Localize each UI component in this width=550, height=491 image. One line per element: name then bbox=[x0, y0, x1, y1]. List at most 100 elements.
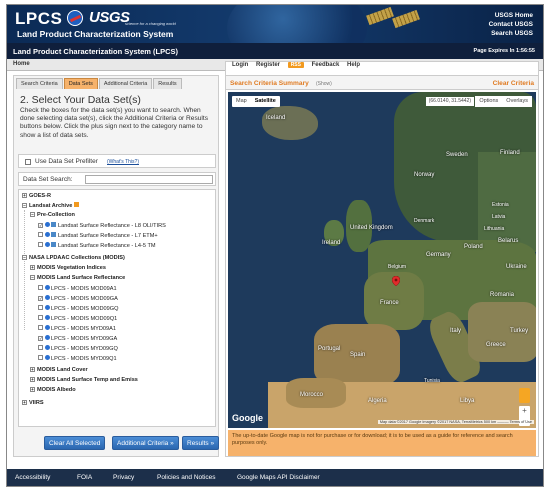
collapse-icon[interactable]: − bbox=[30, 212, 35, 217]
tree-modis-temp[interactable]: + MODIS Land Surface Temp and Emiss bbox=[30, 377, 138, 384]
tree-item-myd09gq[interactable]: LPCS - MODIS MYD09GQ bbox=[38, 345, 118, 353]
whats-this-link[interactable]: (What's This?) bbox=[107, 159, 139, 165]
expand-icon[interactable]: + bbox=[22, 400, 27, 405]
tree-item-mod09ga[interactable]: ✓ LPCS - MODIS MOD09GA bbox=[38, 295, 118, 303]
additional-criteria-button[interactable]: Additional Criteria » bbox=[112, 436, 179, 450]
map-type-satellite[interactable]: Satellite bbox=[251, 96, 280, 106]
street-view-pegman-icon[interactable] bbox=[519, 388, 530, 403]
footer-privacy-link[interactable]: Privacy bbox=[113, 474, 134, 481]
info-icon[interactable] bbox=[45, 345, 50, 350]
footer-accessibility-link[interactable]: Accessibility bbox=[15, 474, 50, 481]
rss-icon[interactable]: RSS bbox=[287, 62, 304, 68]
rss-icon[interactable] bbox=[74, 202, 80, 207]
info-icon[interactable] bbox=[45, 325, 50, 330]
options-button[interactable]: Options bbox=[475, 96, 502, 106]
tab-additional-criteria[interactable]: Additional Criteria bbox=[98, 78, 153, 89]
expand-icon[interactable]: + bbox=[22, 193, 27, 198]
tree-goes[interactable]: + GOES-R bbox=[22, 193, 51, 200]
map-attribution[interactable]: Map data ©2017 Google Imagery ©2017 NASA… bbox=[377, 420, 534, 424]
checkbox[interactable]: ✓ bbox=[38, 336, 43, 341]
expand-icon[interactable]: + bbox=[30, 377, 35, 382]
globe-icon[interactable] bbox=[51, 242, 56, 247]
prefilter-checkbox[interactable] bbox=[25, 159, 31, 165]
checkbox[interactable] bbox=[38, 232, 43, 237]
checkbox[interactable] bbox=[38, 345, 43, 350]
footer-foia-link[interactable]: FOIA bbox=[77, 474, 92, 481]
checkbox[interactable] bbox=[38, 285, 43, 290]
clear-criteria-link[interactable]: Clear Criteria bbox=[493, 80, 534, 87]
collapse-icon[interactable]: − bbox=[30, 275, 35, 280]
tree-modis-surface[interactable]: − MODIS Land Surface Reflectance bbox=[30, 275, 125, 282]
collapse-icon[interactable]: − bbox=[22, 203, 27, 208]
tree-item-myd09q1[interactable]: LPCS - MODIS MYD09Q1 bbox=[38, 355, 117, 363]
checkbox[interactable] bbox=[38, 305, 43, 310]
checkbox[interactable] bbox=[38, 242, 43, 247]
show-link[interactable]: (Show) bbox=[316, 81, 332, 87]
login-link[interactable]: Login bbox=[232, 62, 248, 68]
feedback-link[interactable]: Feedback bbox=[312, 62, 340, 68]
register-link[interactable]: Register bbox=[256, 62, 280, 68]
contact-usgs-link[interactable]: Contact USGS bbox=[489, 20, 533, 29]
label-algeria: Algeria bbox=[368, 398, 387, 404]
nasa-logo-icon[interactable] bbox=[67, 10, 83, 26]
results-button[interactable]: Results » bbox=[182, 436, 220, 450]
home-link[interactable]: Home bbox=[13, 61, 30, 67]
info-icon[interactable] bbox=[45, 355, 50, 360]
tree-item-mod09q1[interactable]: LPCS - MODIS MOD09Q1 bbox=[38, 315, 117, 323]
expand-icon[interactable]: + bbox=[30, 265, 35, 270]
checkbox[interactable] bbox=[38, 325, 43, 330]
location-marker-icon[interactable] bbox=[392, 276, 400, 286]
clear-all-selected-button[interactable]: Clear All Selected bbox=[44, 436, 106, 450]
tab-results[interactable]: Results bbox=[153, 78, 182, 89]
search-usgs-link[interactable]: Search USGS bbox=[489, 29, 533, 38]
map-type-map[interactable]: Map bbox=[232, 96, 251, 106]
info-icon[interactable] bbox=[45, 305, 50, 310]
tree-item-l45[interactable]: Landsat Surface Reflectance - L4-5 TM bbox=[38, 242, 156, 250]
tree-guide bbox=[24, 210, 25, 330]
tree-item-l7[interactable]: Landsat Surface Reflectance - L7 ETM+ bbox=[38, 232, 158, 240]
tree-item-myd09ga[interactable]: ✓ LPCS - MODIS MYD09GA bbox=[38, 335, 117, 343]
checkbox[interactable] bbox=[38, 315, 43, 320]
expand-icon[interactable]: + bbox=[30, 387, 35, 392]
tree-item-mod09a1[interactable]: LPCS - MODIS MOD09A1 bbox=[38, 285, 117, 293]
usgs-logo[interactable]: USGS bbox=[89, 9, 130, 26]
tree-pre-collection[interactable]: − Pre-Collection bbox=[30, 212, 75, 219]
info-icon[interactable] bbox=[45, 335, 50, 340]
tree-viirs[interactable]: + VIIRS bbox=[22, 400, 44, 407]
usgs-home-link[interactable]: USGS Home bbox=[489, 11, 533, 20]
globe-icon[interactable] bbox=[51, 232, 56, 237]
tree-modis-veg[interactable]: + MODIS Vegetation Indices bbox=[30, 265, 106, 272]
overlays-button[interactable]: Overlays bbox=[502, 96, 532, 106]
info-icon[interactable] bbox=[45, 222, 50, 227]
info-icon[interactable] bbox=[45, 295, 50, 300]
tree-item-myd09a1[interactable]: LPCS - MODIS MYD09A1 bbox=[38, 325, 116, 333]
checkbox[interactable]: ✓ bbox=[38, 296, 43, 301]
footer-gmaps-disclaimer-link[interactable]: Google Maps API Disclaimer bbox=[237, 474, 320, 481]
tree-landsat-archive[interactable]: − Landsat Archive bbox=[22, 202, 80, 210]
info-icon[interactable] bbox=[45, 242, 50, 247]
tab-data-sets[interactable]: Data Sets bbox=[63, 78, 98, 89]
info-icon[interactable] bbox=[45, 232, 50, 237]
tree-item-mod09gq[interactable]: LPCS - MODIS MOD09GQ bbox=[38, 305, 118, 313]
tree-modis-land-cover[interactable]: + MODIS Land Cover bbox=[30, 367, 88, 374]
checkbox[interactable] bbox=[38, 355, 43, 360]
footer-policies-link[interactable]: Policies and Notices bbox=[157, 474, 216, 481]
map-options-control: Options Overlays bbox=[475, 96, 532, 107]
info-icon[interactable] bbox=[45, 285, 50, 290]
collapse-icon[interactable]: − bbox=[22, 255, 27, 260]
checkbox[interactable]: ✓ bbox=[38, 223, 43, 228]
label-turkey: Turkey bbox=[510, 328, 529, 334]
tab-search-criteria[interactable]: Search Criteria bbox=[16, 78, 63, 89]
map-view[interactable]: Map Satellite (66.0140, 31.5442) Options O… bbox=[228, 92, 536, 428]
tree-item-l8[interactable]: ✓ Landsat Surface Reflectance - L8 OLI/TI… bbox=[38, 222, 166, 230]
dataset-search-input[interactable] bbox=[85, 175, 213, 184]
info-icon[interactable] bbox=[45, 315, 50, 320]
tree-nasa-lpdaac[interactable]: − NASA LPDAAC Collections (MODIS) bbox=[22, 255, 125, 262]
expand-icon[interactable]: + bbox=[30, 367, 35, 372]
help-link[interactable]: Help bbox=[347, 62, 360, 68]
globe-icon[interactable] bbox=[51, 222, 56, 227]
lpcs-logo[interactable]: LPCS bbox=[15, 9, 62, 29]
zoom-in-button[interactable]: + bbox=[519, 406, 530, 416]
label-sweden: Sweden bbox=[446, 152, 468, 158]
tree-modis-albedo[interactable]: + MODIS Albedo bbox=[30, 387, 76, 394]
